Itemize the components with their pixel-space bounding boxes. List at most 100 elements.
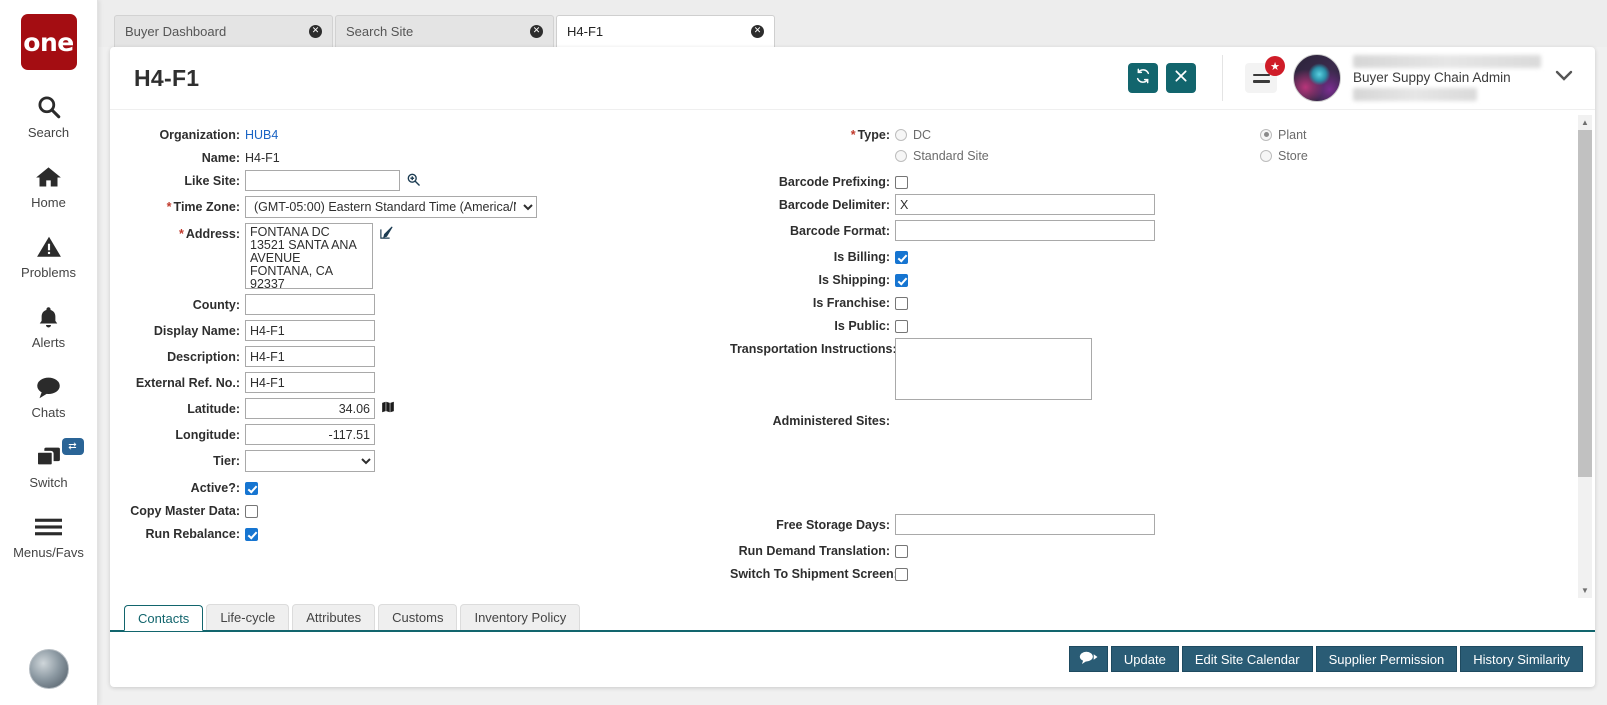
close-circle-icon[interactable]: ✕ <box>530 25 543 38</box>
button-label: Edit Site Calendar <box>1195 652 1300 667</box>
barcode-delimiter-input[interactable] <box>895 194 1155 215</box>
tier-select[interactable] <box>245 450 375 472</box>
avatar[interactable] <box>1293 54 1341 102</box>
barcode-format-input[interactable] <box>895 220 1155 241</box>
radio-plant[interactable] <box>1260 129 1272 141</box>
type-option-dc[interactable]: DC <box>895 124 989 145</box>
field-transportation-instructions: Transportation Instructions: <box>730 338 1575 400</box>
tab-life-cycle[interactable]: Life-cycle <box>206 604 289 630</box>
sidebar-item-search[interactable]: Search <box>0 92 98 140</box>
label-barcode-delimiter: Barcode Delimiter: <box>730 194 895 212</box>
address-textarea[interactable]: FONTANA DC 13521 SANTA ANA AVENUE FONTAN… <box>245 223 373 289</box>
edit-site-calendar-button[interactable]: Edit Site Calendar <box>1182 646 1313 672</box>
radio-store[interactable] <box>1260 150 1272 162</box>
tab-label: Life-cycle <box>220 610 275 625</box>
type-option-plant[interactable]: Plant <box>1260 124 1308 145</box>
close-page-button[interactable] <box>1166 63 1196 93</box>
county-input[interactable] <box>245 294 375 315</box>
sidebar-label-menus-favs: Menus/Favs <box>13 545 84 560</box>
update-button[interactable]: Update <box>1111 646 1179 672</box>
run-rebalance-checkbox[interactable] <box>245 528 258 541</box>
header-menu-button[interactable]: ★ <box>1245 63 1277 93</box>
display-name-input[interactable] <box>245 320 375 341</box>
like-site-input[interactable] <box>245 170 400 191</box>
hamburger-icon <box>35 512 62 542</box>
user-menu-toggle[interactable] <box>1547 54 1581 102</box>
transportation-instructions-textarea[interactable] <box>895 338 1092 400</box>
barcode-prefixing-checkbox[interactable] <box>895 176 908 189</box>
radio-standard-site[interactable] <box>895 150 907 162</box>
description-input[interactable] <box>245 346 375 367</box>
type-option-standard-site[interactable]: Standard Site <box>895 145 989 166</box>
field-is-shipping: Is Shipping: <box>730 269 1575 287</box>
tab-search-site[interactable]: Search Site ✕ <box>335 15 554 47</box>
refresh-button[interactable] <box>1128 63 1158 93</box>
sidebar-item-problems[interactable]: Problems <box>0 232 98 280</box>
left-nav-rail: one Search Home Problems Alerts <box>0 0 98 705</box>
radio-label-dc: DC <box>913 128 931 142</box>
edit-pencil-icon[interactable] <box>379 223 394 240</box>
label-organization: Organization: <box>110 124 245 142</box>
map-icon[interactable] <box>381 398 395 414</box>
rail-avatar[interactable] <box>29 649 69 689</box>
caret-down-icon[interactable]: ▼ <box>1578 583 1592 598</box>
close-circle-icon[interactable]: ✕ <box>751 25 764 38</box>
time-zone-select[interactable]: (GMT-05:00) Eastern Standard Time (Ameri… <box>245 196 537 218</box>
form-body: Organization: HUB4 Name: H4-F1 Like Site… <box>110 110 1595 632</box>
page-title: H4-F1 <box>134 65 199 92</box>
copy-master-data-checkbox[interactable] <box>245 505 258 518</box>
one-logo[interactable]: one <box>21 14 77 70</box>
radio-dc[interactable] <box>895 129 907 141</box>
is-franchise-checkbox[interactable] <box>895 297 908 310</box>
tab-buyer-dashboard[interactable]: Buyer Dashboard ✕ <box>114 15 333 47</box>
tab-contacts[interactable]: Contacts <box>124 605 203 631</box>
sidebar-item-home[interactable]: Home <box>0 162 98 210</box>
sidebar-label-search: Search <box>28 125 69 140</box>
caret-up-icon[interactable]: ▲ <box>1578 115 1592 130</box>
label-external-ref: External Ref. No.: <box>110 372 245 390</box>
form-column-left: Organization: HUB4 Name: H4-F1 Like Site… <box>110 124 730 632</box>
sidebar-item-chats[interactable]: Chats <box>0 372 98 420</box>
tab-label: Attributes <box>306 610 361 625</box>
tab-customs[interactable]: Customs <box>378 604 457 630</box>
search-plus-icon[interactable] <box>406 170 421 187</box>
longitude-input[interactable] <box>245 424 375 445</box>
refresh-icon <box>1135 68 1151 88</box>
scrollbar-thumb[interactable] <box>1578 130 1592 477</box>
tab-inventory-policy[interactable]: Inventory Policy <box>460 604 580 630</box>
sidebar-item-alerts[interactable]: Alerts <box>0 302 98 350</box>
close-circle-icon[interactable]: ✕ <box>309 25 322 38</box>
type-option-store[interactable]: Store <box>1260 145 1308 166</box>
sidebar-item-switch[interactable]: ⇄ Switch <box>0 442 98 490</box>
field-switch-to-shipment-screen: Switch To Shipment Screen: <box>730 563 1575 581</box>
form-scrollbar[interactable]: ▲ ▼ <box>1578 115 1592 598</box>
field-address: *Address: FONTANA DC 13521 SANTA ANA AVE… <box>110 223 730 289</box>
required-asterisk: * <box>851 128 856 142</box>
switch-to-shipment-screen-checkbox[interactable] <box>895 568 908 581</box>
label-barcode-format: Barcode Format: <box>730 220 895 238</box>
is-billing-checkbox[interactable] <box>895 251 908 264</box>
field-organization: Organization: HUB4 <box>110 124 730 142</box>
tab-label: Contacts <box>138 611 189 626</box>
chat-action-button[interactable] <box>1069 646 1108 672</box>
external-ref-input[interactable] <box>245 372 375 393</box>
value-organization[interactable]: HUB4 <box>245 124 278 142</box>
history-similarity-button[interactable]: History Similarity <box>1460 646 1583 672</box>
supplier-permission-button[interactable]: Supplier Permission <box>1316 646 1458 672</box>
free-storage-days-input[interactable] <box>895 514 1155 535</box>
field-name: Name: H4-F1 <box>110 147 730 165</box>
tab-attributes[interactable]: Attributes <box>292 604 375 630</box>
field-time-zone: *Time Zone: (GMT-05:00) Eastern Standard… <box>110 196 730 218</box>
is-shipping-checkbox[interactable] <box>895 274 908 287</box>
star-badge-icon[interactable]: ★ <box>1265 56 1285 76</box>
field-like-site: Like Site: <box>110 170 730 191</box>
tab-h4-f1[interactable]: H4-F1 ✕ <box>556 15 775 47</box>
swap-arrows-icon[interactable]: ⇄ <box>62 438 84 455</box>
is-public-checkbox[interactable] <box>895 320 908 333</box>
latitude-input[interactable] <box>245 398 375 419</box>
active-checkbox[interactable] <box>245 482 258 495</box>
chat-bubble-play-icon <box>1079 650 1098 668</box>
bell-icon <box>36 302 61 332</box>
run-demand-translation-checkbox[interactable] <box>895 545 908 558</box>
sidebar-item-menus-favs[interactable]: Menus/Favs <box>0 512 98 560</box>
